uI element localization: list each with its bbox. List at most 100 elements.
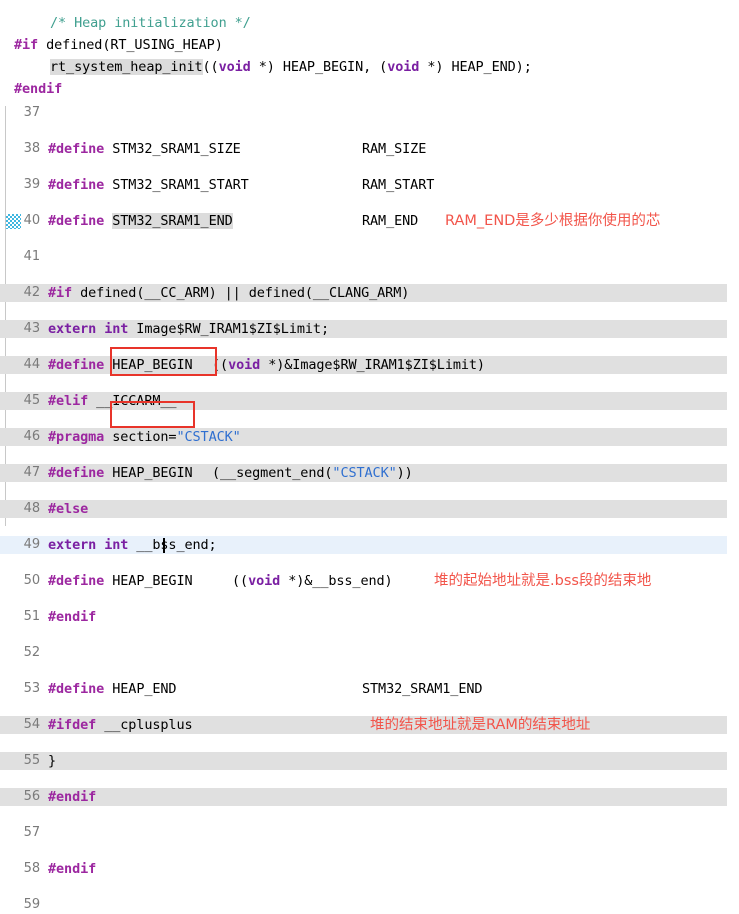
code-row[interactable]: 55} [0, 752, 739, 770]
code-token: *)&__bss_end) [280, 573, 393, 589]
code-token: (__segment_end( [212, 465, 333, 481]
code-macro-value: STM32_SRAM1_END [362, 681, 483, 697]
code-source-text: #endif [48, 608, 96, 626]
code-token: #ifdef [48, 717, 97, 733]
code-row[interactable]: 59 [0, 896, 739, 914]
code-token: __cplusplus [96, 717, 193, 733]
line-number: 58 [23, 861, 40, 876]
code-token: #define [48, 357, 105, 373]
code-row[interactable]: 44 #define HEAP_BEGIN ((void *)&Image$RW_I… [0, 356, 739, 374]
code-editor-panel[interactable]: 37 38 #define STM32_SRAM1_SIZE RAM_SIZE 39 #d… [0, 104, 739, 912]
code-macro-value: RAM_START [362, 177, 435, 193]
code-source-text: #define HEAP_BEGIN [48, 572, 193, 590]
code-row[interactable]: 50 #define HEAP_BEGIN ((void *)&__bss_end)… [0, 572, 739, 590]
top-code-line: /* Heap initialization */ [14, 14, 251, 32]
code-token: void [387, 59, 420, 75]
code-row[interactable]: 38 #define STM32_SRAM1_SIZE RAM_SIZE [0, 140, 739, 158]
code-token: #endif [48, 609, 97, 625]
code-token: #endif [14, 81, 63, 97]
code-token: (( [212, 357, 229, 373]
code-macro-value: (__segment_end("CSTACK")) [212, 464, 413, 482]
line-number: 37 [23, 105, 40, 120]
code-row[interactable]: 46 #pragma section="CSTACK" [0, 428, 739, 446]
code-row[interactable]: 57 [0, 824, 739, 842]
code-token: void [248, 573, 281, 589]
code-token: *) HEAP_BEGIN, ( [250, 59, 388, 75]
code-source-text: extern int Image$RW_IRAM1$ZI$Limit; [48, 320, 329, 338]
code-token: #define [48, 681, 105, 697]
line-number: 45 [23, 393, 40, 408]
code-macro-value: ((void *)&Image$RW_IRAM1$ZI$Limit) [212, 356, 485, 374]
code-token: #define [48, 141, 105, 157]
code-token: __ICCARM__ [88, 393, 177, 409]
code-source-text: #ifdef __cplusplus [48, 716, 193, 734]
code-token: #if [48, 285, 73, 301]
top-code-line: #endif [14, 80, 62, 98]
code-row[interactable]: 49 extern int __bss_end; [0, 536, 739, 554]
line-number: 44 [23, 357, 40, 372]
line-number: 56 [23, 789, 40, 804]
code-row[interactable]: 54 #ifdef __cplusplus 堆的结束地址就是RAM的结束地址 [0, 716, 739, 734]
code-token: #if [14, 37, 39, 53]
code-source-text: extern int __bss_end; [48, 536, 217, 554]
line-number: 39 [23, 177, 40, 192]
line-number: 38 [23, 141, 40, 156]
code-token: defined(RT_USING_HEAP) [38, 37, 223, 53]
code-token: } [48, 753, 57, 769]
code-token: Image$RW_IRAM1$ZI$Limit; [128, 321, 329, 337]
code-source-text: #define STM32_SRAM1_SIZE [48, 140, 241, 158]
code-token: HEAP_BEGIN [104, 465, 193, 481]
code-row[interactable]: 40 #define STM32_SRAM1_END RAM_END RAM_END是… [0, 212, 739, 230]
code-token: section= [104, 429, 177, 445]
code-token: /* Heap initialization */ [50, 15, 251, 31]
annotation-text: RAM_END是多少根据你使用的芯 [445, 213, 661, 229]
code-token: __bss_end; [128, 537, 217, 553]
code-row[interactable]: 41 [0, 248, 739, 266]
code-source-text: #pragma section="CSTACK" [48, 428, 241, 446]
code-macro-value: RAM_END [362, 213, 419, 229]
code-row[interactable]: 58 #endif [0, 860, 739, 878]
code-token: STM32_SRAM1_START [104, 177, 249, 193]
annotation-text: 堆的结束地址就是RAM的结束地址 [370, 717, 591, 733]
code-macro-value: RAM_SIZE [362, 141, 427, 157]
code-row[interactable]: 53 #define HEAP_END STM32_SRAM1_END [0, 680, 739, 698]
code-token: *)&Image$RW_IRAM1$ZI$Limit) [260, 357, 485, 373]
top-code-line: rt_system_heap_init((void *) HEAP_BEGIN,… [14, 58, 532, 76]
line-number: 41 [23, 249, 40, 264]
top-code-line: #if defined(RT_USING_HEAP) [14, 36, 223, 54]
line-number: 43 [23, 321, 40, 336]
line-number: 54 [23, 717, 40, 732]
code-source-text: #endif [48, 788, 96, 806]
code-rows-container[interactable]: 37 38 #define STM32_SRAM1_SIZE RAM_SIZE 39 #d… [0, 104, 739, 912]
code-token: rt_system_heap_init [50, 59, 203, 75]
code-token: (( [232, 573, 249, 589]
code-row[interactable]: 39 #define STM32_SRAM1_START RAM_START [0, 176, 739, 194]
code-row[interactable]: 42 #if defined(__CC_ARM) || defined(__CLA… [0, 284, 739, 302]
annotation-text: 堆的起始地址就是.bss段的结束地 [434, 573, 652, 589]
code-token: #define [48, 573, 105, 589]
code-row[interactable]: 52 [0, 644, 739, 662]
line-number: 46 [23, 429, 40, 444]
text-cursor [163, 538, 165, 553]
code-row[interactable]: 51 #endif [0, 608, 739, 626]
code-token: #endif [48, 861, 97, 877]
code-row[interactable]: 43 extern int Image$RW_IRAM1$ZI$Limit; [0, 320, 739, 338]
code-token: "CSTACK" [332, 465, 397, 481]
code-row[interactable]: 37 [0, 104, 739, 122]
line-number: 49 [23, 537, 40, 552]
code-token: void [218, 59, 251, 75]
code-token: HEAP_BEGIN [104, 357, 193, 373]
code-token: extern int [48, 537, 129, 553]
code-row[interactable]: 45 #elif __ICCARM__ [0, 392, 739, 410]
code-token: )) [396, 465, 413, 481]
code-row[interactable]: 48 #else [0, 500, 739, 518]
code-token: defined(__CC_ARM) || defined(__CLANG_ARM… [72, 285, 410, 301]
code-row[interactable]: 47 #define HEAP_BEGIN (__segment_end("CSTA… [0, 464, 739, 482]
code-token: #define [48, 177, 105, 193]
code-row[interactable]: 56 #endif [0, 788, 739, 806]
code-token: #define [48, 465, 105, 481]
line-number: 48 [23, 501, 40, 516]
code-source-text: #elif __ICCARM__ [48, 392, 177, 410]
code-token: *) HEAP_END); [419, 59, 532, 75]
bookmark-marker-icon[interactable] [6, 214, 21, 229]
